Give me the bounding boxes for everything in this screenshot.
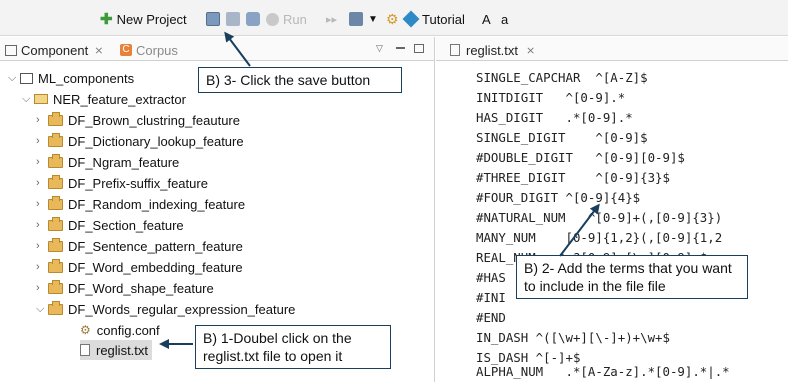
arrow-to-save-button	[224, 31, 251, 67]
annotation-arrows	[159, 31, 600, 349]
arrow-to-editor-content	[559, 203, 600, 257]
